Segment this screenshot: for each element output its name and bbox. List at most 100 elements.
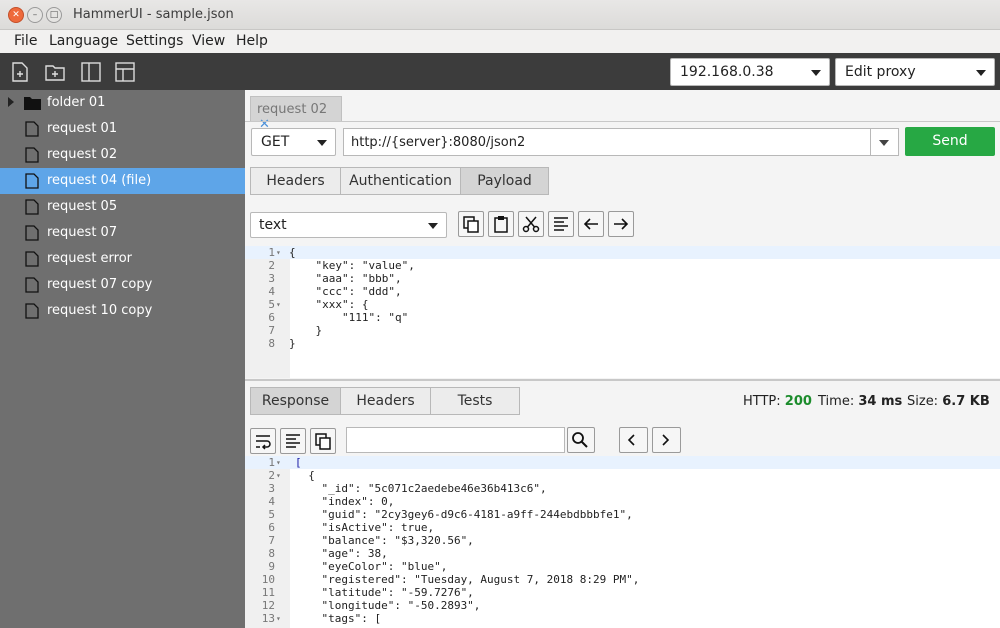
editor-line: 8}	[268, 337, 296, 350]
editor-line: 5 "guid": "2cy3gey6-d9c6-4181-a9ff-244eb…	[268, 508, 633, 521]
search-button[interactable]	[567, 427, 595, 453]
url-value: http://{server}:8080/json2	[351, 135, 526, 150]
payload-editor[interactable]: 1 ▾{ 2 "key": "value", 3 "aaa": "bbb", 4 …	[245, 246, 1000, 378]
file-icon	[25, 173, 39, 189]
method-value: GET	[261, 134, 290, 150]
sidebar-item-request-07-copy[interactable]: request 07 copy	[0, 272, 245, 298]
file-icon	[25, 199, 39, 215]
url-history-dropdown[interactable]	[870, 128, 899, 156]
menu-view[interactable]: View	[192, 33, 225, 49]
tab-tests[interactable]: Tests	[430, 387, 520, 415]
cut-button[interactable]	[518, 211, 544, 237]
sidebar-item-request-05[interactable]: request 05	[0, 194, 245, 220]
new-file-icon[interactable]	[9, 61, 31, 83]
sidebar-item-label: request 02	[47, 147, 118, 162]
editor-line: 3 "_id": "5c071c2aedebe46e36b413c6",	[268, 482, 547, 495]
tab-response-headers[interactable]: Headers	[340, 387, 431, 415]
payload-type-value: text	[259, 217, 287, 233]
sidebar-item-label: request 01	[47, 121, 118, 136]
menu-settings[interactable]: Settings	[126, 33, 183, 49]
search-icon	[572, 432, 588, 448]
editor-line: 2 "key": "value",	[268, 259, 415, 272]
file-icon	[25, 251, 39, 267]
menu-language[interactable]: Language	[49, 33, 118, 49]
sidebar-item-label: request 10 copy	[47, 303, 153, 318]
split-horizontal-icon[interactable]	[114, 61, 136, 83]
editor-line: 11 "latitude": "-59.7276",	[261, 586, 474, 599]
tab-payload[interactable]: Payload	[460, 167, 549, 195]
response-viewer[interactable]: 1 ▾[ 2 ▾ { 3 "_id": "5c071c2aedebe46e36b41…	[245, 456, 1000, 628]
expand-arrow-icon[interactable]	[8, 97, 14, 107]
tab-request-02[interactable]: request 02 ✕	[250, 96, 342, 132]
sidebar-item-request-01[interactable]: request 01	[0, 116, 245, 142]
copy-icon	[315, 433, 331, 450]
server-select[interactable]: 192.168.0.38	[670, 58, 830, 86]
file-icon	[25, 303, 39, 319]
maximize-window-button[interactable]: □	[46, 7, 62, 23]
format-response-button[interactable]	[280, 428, 306, 454]
toolbar: 192.168.0.38 Edit proxy	[0, 53, 1000, 90]
split-vertical-icon[interactable]	[80, 61, 102, 83]
search-next-button[interactable]	[652, 427, 681, 453]
undo-button[interactable]	[578, 211, 604, 237]
editor-line: 9 "eyeColor": "blue",	[268, 560, 448, 573]
format-button[interactable]	[548, 211, 574, 237]
clipboard-icon	[494, 216, 508, 233]
fold-arrow-icon[interactable]: ▾	[276, 246, 281, 259]
fold-arrow-icon[interactable]: ▾	[276, 612, 281, 625]
sidebar-item-request-error[interactable]: request error	[0, 246, 245, 272]
response-time: Time: 34 ms	[818, 394, 903, 409]
menu-help[interactable]: Help	[236, 33, 268, 49]
editor-line: 2 ▾ {	[268, 469, 315, 482]
tab-headers[interactable]: Headers	[250, 167, 341, 195]
copy-icon	[463, 216, 479, 233]
search-previous-button[interactable]	[619, 427, 648, 453]
sidebar-item-label: request 07	[47, 225, 118, 240]
paste-button[interactable]	[488, 211, 514, 237]
menu-file[interactable]: File	[14, 33, 37, 49]
editor-line: 6 "isActive": true,	[268, 521, 435, 534]
file-icon	[25, 147, 39, 163]
editor-line: 8 "age": 38,	[268, 547, 388, 560]
pane-splitter[interactable]	[245, 379, 1000, 381]
fold-arrow-icon[interactable]: ▾	[276, 469, 281, 482]
sidebar-item-request-02[interactable]: request 02	[0, 142, 245, 168]
sidebar-item-request-07[interactable]: request 07	[0, 220, 245, 246]
chevron-left-icon	[627, 434, 635, 446]
status-badge: 200	[784, 394, 812, 409]
copy-button[interactable]	[458, 211, 484, 237]
sidebar-item-request-04[interactable]: request 04 (file)	[0, 168, 245, 194]
method-select[interactable]: GET	[251, 128, 336, 156]
wrap-button[interactable]	[250, 428, 276, 454]
redo-button[interactable]	[608, 211, 634, 237]
fold-arrow-icon[interactable]: ▾	[276, 456, 281, 469]
editor-line: 4 "index": 0,	[268, 495, 395, 508]
window-title: HammerUI - sample.json	[73, 7, 234, 22]
sidebar-item-label: folder 01	[47, 95, 106, 110]
sidebar-item-folder-01[interactable]: folder 01	[0, 90, 245, 116]
payload-type-select[interactable]: text	[250, 212, 447, 238]
proxy-value: Edit proxy	[845, 64, 916, 80]
proxy-select[interactable]: Edit proxy	[835, 58, 995, 86]
editor-line: 1 ▾{	[245, 246, 1000, 259]
chevron-down-icon	[317, 140, 327, 146]
title-bar: ✕ – □ HammerUI - sample.json	[0, 0, 1000, 30]
response-search-input[interactable]	[346, 427, 565, 453]
sidebar-item-label: request 07 copy	[47, 277, 153, 292]
close-window-button[interactable]: ✕	[8, 7, 24, 23]
server-value: 192.168.0.38	[680, 64, 774, 80]
divider	[245, 121, 1000, 122]
minimize-window-button[interactable]: –	[27, 7, 43, 23]
url-input[interactable]: http://{server}:8080/json2	[343, 128, 871, 156]
fold-arrow-icon[interactable]: ▾	[276, 298, 281, 311]
tab-response[interactable]: Response	[250, 387, 341, 415]
send-button[interactable]: Send	[905, 127, 995, 156]
new-folder-icon[interactable]	[44, 61, 66, 83]
sidebar-item-request-10-copy[interactable]: request 10 copy	[0, 298, 245, 324]
response-size: Size: 6.7 KB	[907, 394, 990, 409]
tab-authentication[interactable]: Authentication	[340, 167, 461, 195]
scissors-icon	[522, 216, 540, 233]
align-left-icon	[554, 217, 568, 231]
copy-response-button[interactable]	[310, 428, 336, 454]
chevron-down-icon	[428, 223, 438, 229]
